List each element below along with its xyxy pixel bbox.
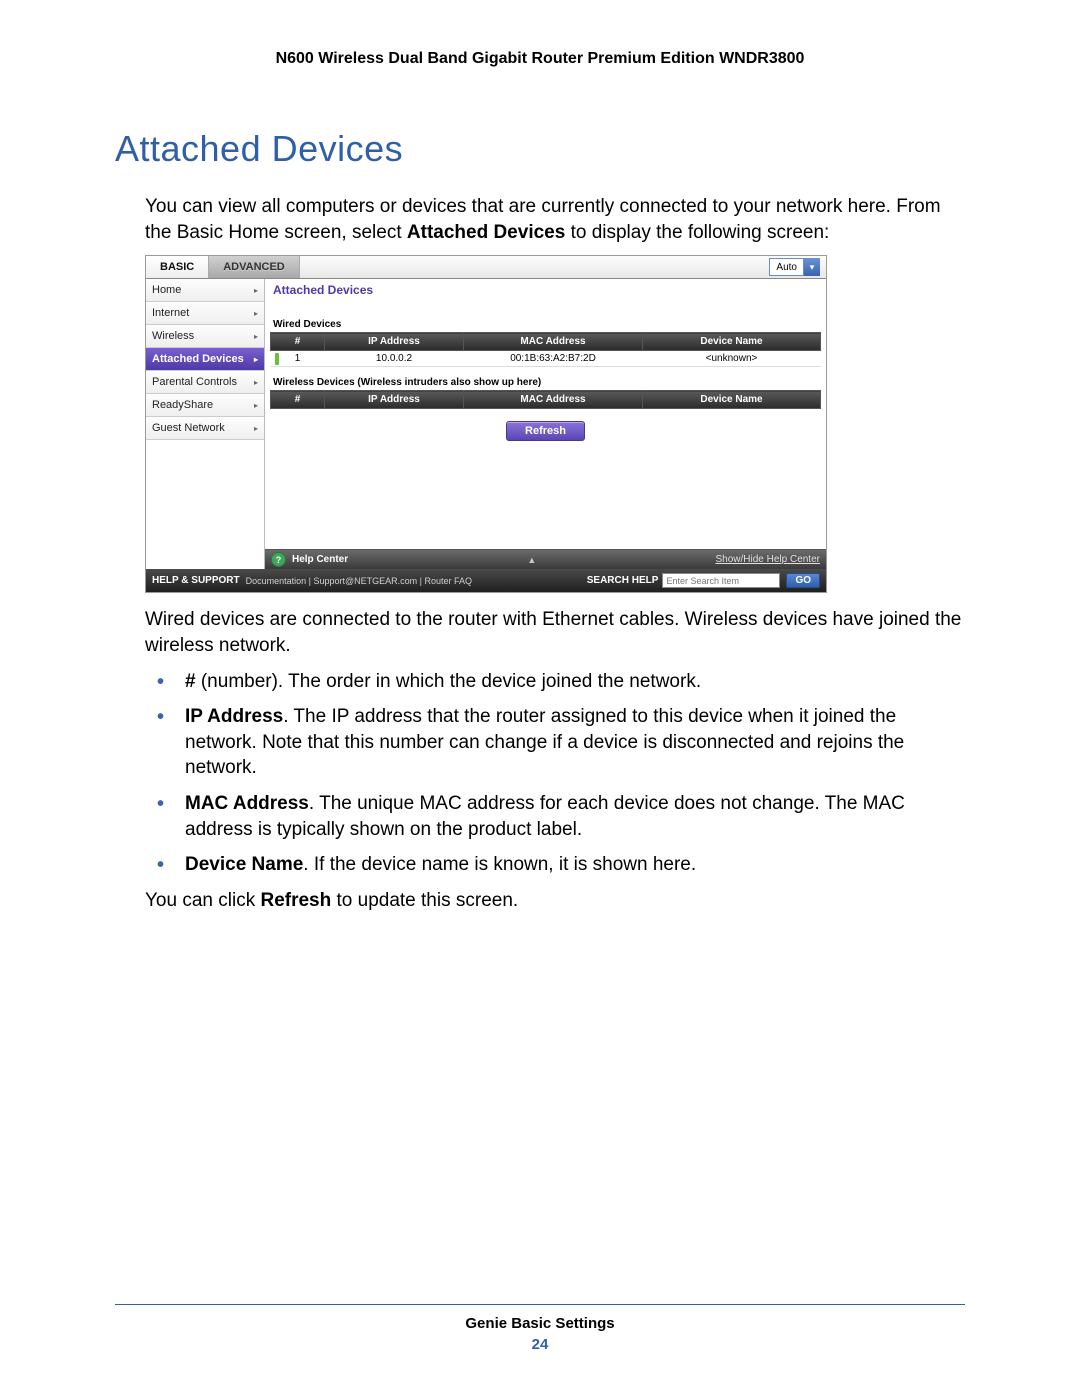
sidebar-item-label: Attached Devices <box>152 353 244 365</box>
cell-num: 1 <box>271 351 325 367</box>
sidebar-item-label: Guest Network <box>152 422 225 434</box>
list-item: IP Address. The IP address that the rout… <box>145 704 965 781</box>
table-row: 1 10.0.0.2 00:1B:63:A2:B7:2D <unknown> <box>271 351 821 367</box>
chevron-right-icon: ▸ <box>254 332 258 341</box>
cell-name: <unknown> <box>643 351 821 367</box>
refresh-button[interactable]: Refresh <box>506 421 585 441</box>
list-item: # (number). The order in which the devic… <box>145 669 965 695</box>
sidebar-item-guest-network[interactable]: Guest Network ▸ <box>146 417 264 440</box>
sidebar-item-home[interactable]: Home ▸ <box>146 279 264 302</box>
bullet-lead: # <box>185 671 196 692</box>
wired-devices-table: # IP Address MAC Address Device Name 1 1… <box>270 332 821 367</box>
sidebar-item-attached-devices[interactable]: Attached Devices ▸ <box>146 348 264 371</box>
after-figure-paragraph: Wired devices are connected to the route… <box>145 607 965 658</box>
help-center-label[interactable]: Help Center <box>292 554 348 565</box>
intro-text-b: to display the following screen: <box>565 222 829 243</box>
bullet-lead: Device Name <box>185 854 303 875</box>
chevron-right-icon: ▸ <box>254 355 258 364</box>
help-support-links[interactable]: Documentation | Support@NETGEAR.com | Ro… <box>246 576 587 586</box>
sidebar-item-label: Wireless <box>152 330 194 342</box>
chevron-right-icon: ▸ <box>254 424 258 433</box>
wireless-devices-heading: Wireless Devices (Wireless intruders als… <box>265 373 826 390</box>
col-mac: MAC Address <box>464 391 643 409</box>
closing-a: You can click <box>145 890 260 911</box>
support-bar: HELP & SUPPORT Documentation | Support@N… <box>146 569 826 592</box>
cell-ip: 10.0.0.2 <box>325 351 464 367</box>
intro-paragraph: You can view all computers or devices th… <box>145 194 965 245</box>
chevron-right-icon: ▸ <box>254 286 258 295</box>
search-help-label: SEARCH HELP <box>587 575 659 586</box>
closing-bold: Refresh <box>260 890 331 911</box>
language-select-value: Auto <box>769 258 804 276</box>
sidebar-item-readyshare[interactable]: ReadyShare ▸ <box>146 394 264 417</box>
chevron-right-icon: ▸ <box>254 401 258 410</box>
sidebar-item-label: Internet <box>152 307 189 319</box>
chevron-up-icon[interactable]: ▲ <box>527 555 536 565</box>
tabs-row: BASIC ADVANCED Auto ▾ <box>146 256 826 279</box>
help-icon[interactable]: ? <box>271 552 286 567</box>
col-num: # <box>271 333 325 351</box>
sidebar-item-wireless[interactable]: Wireless ▸ <box>146 325 264 348</box>
bullet-rest: (number). The order in which the device … <box>196 671 702 692</box>
page-number: 24 <box>115 1336 965 1353</box>
main-panel: Attached Devices Wired Devices # IP Addr… <box>265 279 826 569</box>
col-ip: IP Address <box>325 333 464 351</box>
chevron-down-icon: ▾ <box>804 258 820 276</box>
list-item: MAC Address. The unique MAC address for … <box>145 791 965 842</box>
bullet-lead: MAC Address <box>185 793 309 814</box>
tab-basic[interactable]: BASIC <box>146 256 209 278</box>
sidebar-item-internet[interactable]: Internet ▸ <box>146 302 264 325</box>
bullet-lead: IP Address <box>185 706 283 727</box>
sidebar-item-parental-controls[interactable]: Parental Controls ▸ <box>146 371 264 394</box>
language-select[interactable]: Auto ▾ <box>769 258 820 276</box>
show-hide-help-link[interactable]: Show/Hide Help Center <box>715 554 820 565</box>
doc-header: N600 Wireless Dual Band Gigabit Router P… <box>115 50 965 68</box>
panel-title: Attached Devices <box>265 279 826 301</box>
field-description-list: # (number). The order in which the devic… <box>145 669 965 878</box>
sidebar-item-label: ReadyShare <box>152 399 213 411</box>
sidebar-item-label: Home <box>152 284 181 296</box>
page-footer: Genie Basic Settings 24 <box>115 1304 965 1353</box>
wireless-devices-table: # IP Address MAC Address Device Name <box>270 390 821 409</box>
col-mac: MAC Address <box>464 333 643 351</box>
intro-text-bold: Attached Devices <box>407 222 565 243</box>
col-name: Device Name <box>643 333 821 351</box>
chevron-right-icon: ▸ <box>254 309 258 318</box>
bullet-rest: . The IP address that the router assigne… <box>185 706 904 778</box>
col-ip: IP Address <box>325 391 464 409</box>
col-num: # <box>271 391 325 409</box>
help-center-bar: ? Help Center ▲ Show/Hide Help Center <box>265 549 826 569</box>
tab-advanced[interactable]: ADVANCED <box>209 256 300 278</box>
closing-paragraph: You can click Refresh to update this scr… <box>145 888 965 914</box>
cell-mac: 00:1B:63:A2:B7:2D <box>464 351 643 367</box>
help-support-label: HELP & SUPPORT <box>152 575 240 586</box>
sidebar-item-label: Parental Controls <box>152 376 237 388</box>
col-name: Device Name <box>643 391 821 409</box>
chevron-right-icon: ▸ <box>254 378 258 387</box>
list-item: Device Name. If the device name is known… <box>145 852 965 878</box>
section-title: Attached Devices <box>115 128 965 170</box>
bullet-rest: . If the device name is known, it is sho… <box>303 854 696 875</box>
wired-devices-heading: Wired Devices <box>265 315 826 332</box>
router-ui-screenshot: BASIC ADVANCED Auto ▾ Home ▸ Internet ▸ … <box>145 255 827 593</box>
sidebar: Home ▸ Internet ▸ Wireless ▸ Attached De… <box>146 279 265 569</box>
footer-title: Genie Basic Settings <box>115 1315 965 1332</box>
closing-b: to update this screen. <box>331 890 518 911</box>
go-button[interactable]: GO <box>786 573 820 588</box>
search-help-input[interactable] <box>662 573 780 588</box>
